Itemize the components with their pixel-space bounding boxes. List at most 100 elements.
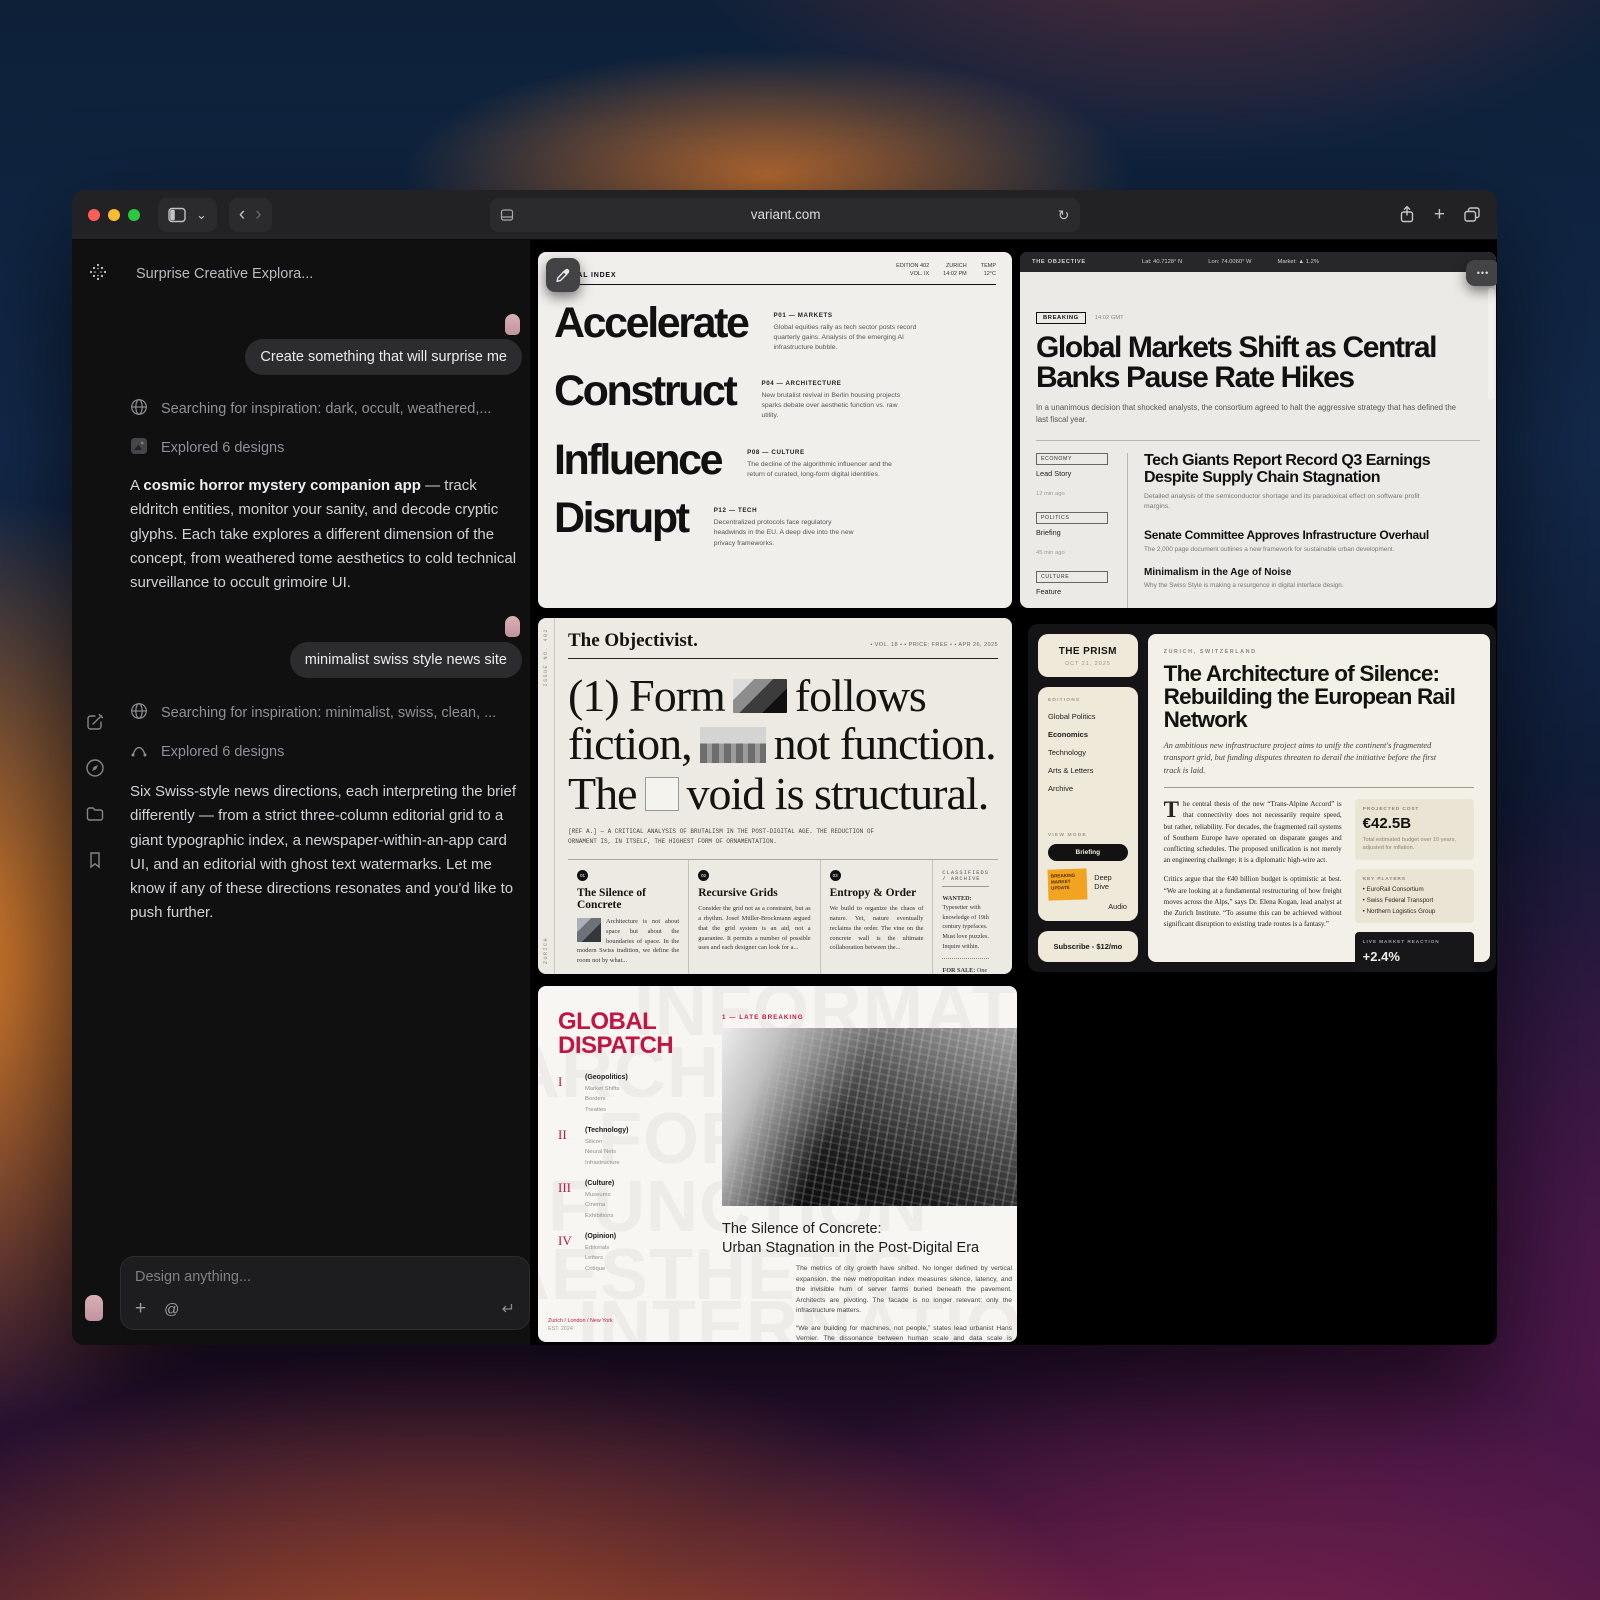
- article-column: 01 The Silence of Concrete Architecture …: [568, 860, 688, 975]
- masthead: The Objectivist.: [568, 630, 698, 652]
- compass-icon[interactable]: [85, 758, 105, 783]
- classifieds-column: CLASSIFIEDS / ARCHIVE WANTED: Typesetter…: [932, 860, 998, 975]
- avatar: [505, 616, 520, 637]
- avatar: [505, 314, 520, 335]
- globe-icon: [130, 398, 148, 420]
- composer: + @ ↵: [120, 1256, 530, 1330]
- skyline-photo-inline: [700, 727, 766, 763]
- story-title: Tech Giants Report Record Q3 Earnings De…: [1144, 453, 1479, 487]
- send-return-icon[interactable]: ↵: [502, 1299, 515, 1319]
- assistant-paragraph: A cosmic horror mystery companion app — …: [130, 474, 526, 595]
- design-card-dispatch[interactable]: INFORMATION ARCHITECTURE FORM FUNCTION A…: [538, 986, 1017, 1342]
- back-button[interactable]: ‹: [239, 205, 245, 224]
- status-row: Explored 6 designs: [130, 741, 284, 763]
- zoom-button[interactable]: [128, 209, 140, 221]
- story-title: Minimalism in the Age of Noise: [1144, 567, 1480, 578]
- nav-buttons: ‹ ›: [229, 198, 272, 232]
- design-card-objective[interactable]: THE OBJECTIVE Lat: 40.7128° N Lon: 74.00…: [1020, 252, 1496, 608]
- status-row: Searching for inspiration: dark, occult,…: [130, 398, 491, 420]
- mode-option[interactable]: Deep Dive: [1094, 873, 1127, 891]
- breaking-badge: BREAKING: [1036, 312, 1086, 324]
- article-body: The metrics of city growth have shifted.…: [796, 1264, 1012, 1342]
- briefing-pill[interactable]: Briefing: [1048, 844, 1128, 861]
- page-icon: [500, 208, 514, 222]
- nav-item[interactable]: Economics: [1048, 730, 1128, 739]
- design-canvas[interactable]: ••• GLOBAL INDEX EDITION 402VOL. IX ZURI…: [530, 240, 1497, 1345]
- design-card-objectivist[interactable]: ISSUE NO. 402 ZURICH The Objectivist. • …: [538, 618, 1012, 974]
- tab-overview-icon[interactable]: [1463, 206, 1481, 223]
- prism-header-card: THE PRISM OCT 21, 2025: [1038, 634, 1138, 677]
- market-box: LIVE MARKET REACTION +2.4%: [1355, 932, 1474, 972]
- globe-icon: [130, 702, 148, 724]
- nav-item[interactable]: Technology: [1048, 748, 1128, 757]
- url-bar[interactable]: variant.com ↻: [490, 198, 1080, 232]
- eyedropper-button[interactable]: [546, 258, 580, 292]
- status-text: Explored 6 designs: [161, 744, 284, 760]
- share-icon[interactable]: [1398, 205, 1416, 224]
- design-card-global-index[interactable]: GLOBAL INDEX EDITION 402VOL. IX ZURICH14…: [538, 252, 1012, 608]
- toolbar-right: +: [1398, 205, 1481, 224]
- article-column: 03 Entropy & Order We build to organize …: [820, 860, 933, 975]
- url-text: variant.com: [514, 207, 1058, 222]
- avatar: [85, 1295, 103, 1321]
- composer-input[interactable]: [135, 1269, 515, 1285]
- headline: (1) Formfollows fiction,not function. Th…: [568, 673, 1012, 819]
- user-message: Create something that will surprise me: [245, 339, 522, 375]
- side-strip: ISSUE NO. 402 ZURICH: [538, 618, 555, 974]
- kicker: 1 — LATE BREAKING: [722, 1014, 804, 1021]
- close-button[interactable]: [88, 209, 100, 221]
- chevron-down-icon[interactable]: ⌄: [196, 208, 207, 221]
- browser-toolbar: ⌄ ‹ › variant.com ↻ +: [72, 190, 1497, 240]
- index-row: Construct P04 — ARCHITECTURENew brutalis…: [554, 372, 996, 422]
- card-options-button[interactable]: •••: [1466, 260, 1497, 286]
- minimize-button[interactable]: [108, 209, 120, 221]
- skyscraper-photo: [722, 1028, 1017, 1206]
- index-row: Disrupt P12 — TECHDecentralized protocol…: [554, 499, 996, 549]
- status-text: Searching for inspiration: minimalist, s…: [161, 705, 496, 721]
- compose-icon[interactable]: [85, 712, 105, 737]
- nav-item[interactable]: Arts & Letters: [1048, 766, 1128, 775]
- bookmark-icon[interactable]: [85, 850, 105, 875]
- scrollbar[interactable]: [1488, 288, 1494, 400]
- status-text: Explored 6 designs: [161, 440, 284, 456]
- attach-plus-icon[interactable]: +: [135, 1298, 146, 1320]
- masthead: THE OBJECTIVE: [1032, 259, 1086, 265]
- variant-logo: [88, 262, 108, 287]
- index-row: Influence P08 — CULTUREThe decline of th…: [554, 441, 996, 481]
- new-tab-icon[interactable]: +: [1434, 205, 1445, 224]
- masthead: GLOBAL DISPATCH: [558, 1010, 673, 1057]
- browser-window: ⌄ ‹ › variant.com ↻ +: [72, 190, 1497, 1345]
- reload-icon[interactable]: ↻: [1058, 208, 1070, 222]
- prism-article: ZURICH, SWITZERLAND The Architecture of …: [1148, 634, 1490, 962]
- user-message: minimalist swiss style news site: [290, 642, 522, 678]
- subscribe-button[interactable]: Subscribe - $12/mo: [1038, 931, 1138, 962]
- arch-photo-inline: [733, 679, 787, 713]
- sticky-note: BREAKING MARKET UPDATE: [1047, 868, 1087, 900]
- article-column: 02 Recursive Grids Consider the grid not…: [688, 860, 819, 975]
- status-row: Searching for inspiration: minimalist, s…: [130, 702, 496, 724]
- vector-curve-icon: [130, 741, 148, 763]
- nav-item[interactable]: Archive: [1048, 784, 1128, 793]
- headline: The Architecture of Silence: Rebuilding …: [1164, 663, 1474, 732]
- status-text: Searching for inspiration: dark, occult,…: [161, 401, 491, 417]
- void-box-inline: [645, 777, 679, 811]
- chat-sidebar: Surprise Creative Explora... Create some…: [72, 240, 530, 1345]
- sidebar-toggle-icon[interactable]: [168, 207, 186, 223]
- assistant-paragraph: Six Swiss-style news directions, each in…: [130, 780, 526, 926]
- headline: Global Markets Shift as Central Banks Pa…: [1036, 333, 1480, 393]
- nav-item[interactable]: Global Politics: [1048, 712, 1128, 721]
- mention-at-icon[interactable]: @: [164, 1301, 179, 1318]
- chat-title: Surprise Creative Explora...: [136, 266, 313, 282]
- design-card-prism[interactable]: THE PRISM OCT 21, 2025 EDITIONS Global P…: [1028, 624, 1496, 972]
- forward-button[interactable]: ›: [255, 205, 261, 224]
- status-row: Explored 6 designs: [130, 437, 284, 459]
- sidebar-toggle-group: ⌄: [158, 198, 217, 232]
- caption: [REF A.] — A CRITICAL ANALYSIS OF BRUTAL…: [568, 827, 898, 846]
- mode-option[interactable]: Audio: [1108, 902, 1127, 911]
- headline: The Silence of Concrete: Urban Stagnatio…: [722, 1220, 979, 1258]
- folder-icon[interactable]: [85, 804, 105, 829]
- traffic-lights: [88, 209, 140, 221]
- card-footer: Zurich / London / New York EST. 2024: [548, 1318, 613, 1332]
- designs-thumbnail-icon: [130, 437, 148, 459]
- thumb-photo: [577, 918, 601, 942]
